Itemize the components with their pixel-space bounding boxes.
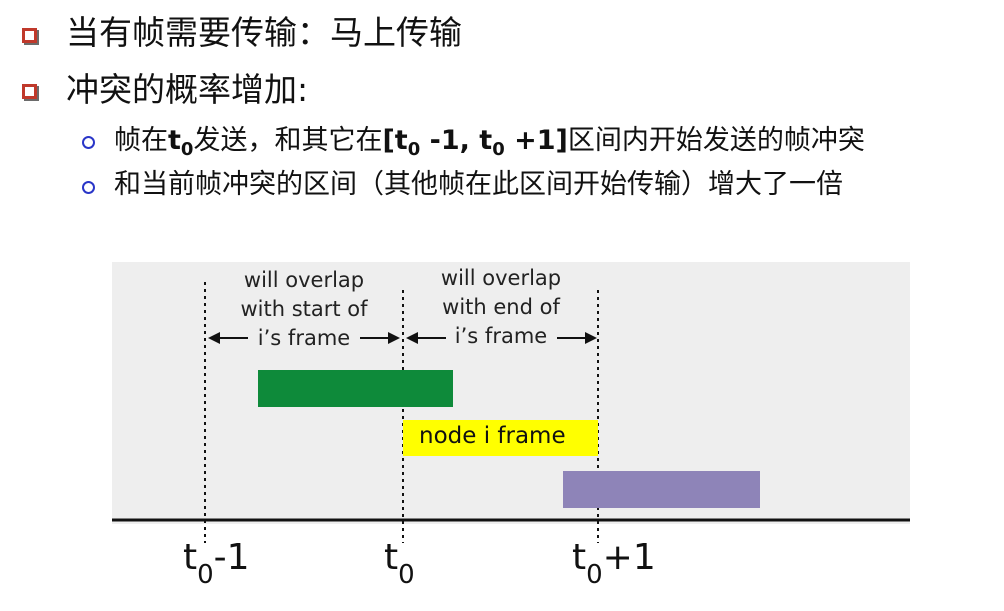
- time-label-t0-minus-1: t0-1: [183, 537, 250, 590]
- time-label-sub: 0: [398, 560, 415, 590]
- annotation-line: i’s frame: [454, 324, 548, 348]
- green-frame: [258, 370, 453, 407]
- purple-frame: [563, 471, 760, 508]
- annotation-line: will overlap: [440, 266, 562, 290]
- annotation-line: i’s frame: [257, 326, 351, 350]
- time-label-main: t: [183, 537, 198, 578]
- time-label-suffix: +1: [602, 537, 656, 578]
- annotation-line: with start of: [240, 297, 368, 321]
- time-label-sub: 0: [197, 560, 214, 590]
- annotation-line: will overlap: [243, 268, 365, 292]
- annotation-line: with end of: [442, 295, 560, 319]
- time-label-t0: t0: [384, 537, 415, 590]
- annotation-right: will overlap with end of i’s frame: [421, 264, 581, 351]
- time-label-main: t: [572, 537, 587, 578]
- time-label-main: t: [384, 537, 399, 578]
- time-label-sub: 0: [586, 560, 603, 590]
- annotation-left: will overlap with start of i’s frame: [224, 266, 384, 353]
- node-frame-label: node i frame: [419, 423, 566, 449]
- time-label-suffix: -1: [213, 537, 250, 578]
- time-label-t0-plus-1: t0+1: [572, 537, 656, 590]
